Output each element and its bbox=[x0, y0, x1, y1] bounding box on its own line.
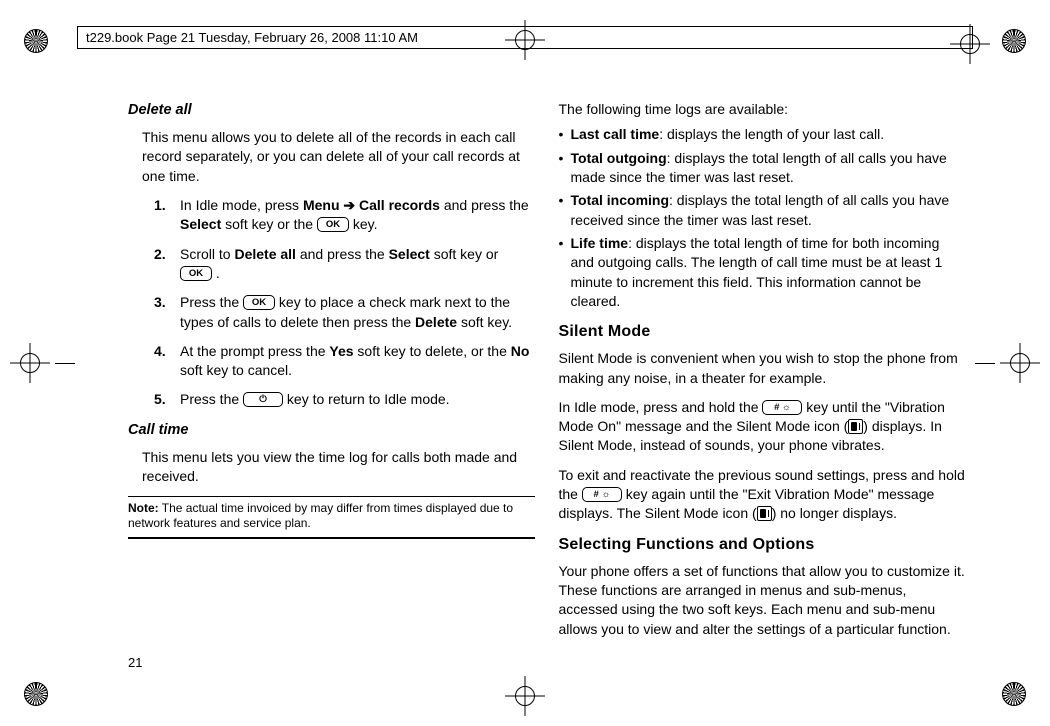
ok-key-icon: OK bbox=[243, 295, 275, 310]
step-item: 4. At the prompt press the Yes soft key … bbox=[154, 342, 535, 381]
bullet-icon: • bbox=[559, 191, 571, 230]
bullet-list: • Last call time: displays the length of… bbox=[559, 125, 966, 311]
step-number: 2. bbox=[154, 245, 180, 284]
end-key-icon: ⏻ bbox=[243, 392, 283, 407]
paragraph: Silent Mode is convenient when you wish … bbox=[559, 349, 966, 388]
step-text: Scroll to Delete all and press the Selec… bbox=[180, 245, 535, 284]
right-column: The following time logs are available: •… bbox=[559, 100, 966, 666]
note-text: The actual time invoiced by may differ f… bbox=[128, 501, 513, 530]
edge-guide bbox=[975, 363, 995, 364]
bullet-icon: • bbox=[559, 234, 571, 311]
edge-guide bbox=[55, 363, 75, 364]
left-column: Delete all This menu allows you to delet… bbox=[128, 100, 535, 666]
page-body: Delete all This menu allows you to delet… bbox=[128, 100, 965, 666]
silent-mode-icon bbox=[848, 419, 863, 434]
paragraph: To exit and reactivate the previous soun… bbox=[559, 466, 966, 524]
note-block: Note: The actual time invoiced by may di… bbox=[128, 496, 535, 539]
pound-key-icon: # ☼ bbox=[762, 400, 802, 415]
section-heading: Silent Mode bbox=[559, 321, 966, 343]
page-header-text: t229.book Page 21 Tuesday, February 26, … bbox=[86, 30, 418, 45]
step-item: 5. Press the ⏻ key to return to Idle mod… bbox=[154, 390, 535, 409]
pound-key-icon: # ☼ bbox=[582, 487, 622, 502]
ok-key-icon: OK bbox=[180, 266, 212, 281]
paragraph: In Idle mode, press and hold the # ☼ key… bbox=[559, 398, 966, 456]
list-item: • Total outgoing: displays the total len… bbox=[559, 149, 966, 188]
paragraph: This menu allows you to delete all of th… bbox=[142, 128, 535, 186]
crop-mark-icon bbox=[986, 666, 1026, 706]
paragraph: Your phone offers a set of functions tha… bbox=[559, 562, 966, 639]
section-heading: Selecting Functions and Options bbox=[559, 534, 966, 556]
step-item: 1. In Idle mode, press Menu ➔ Call recor… bbox=[154, 196, 535, 235]
paragraph: This menu lets you view the time log for… bbox=[142, 448, 535, 487]
bullet-icon: • bbox=[559, 149, 571, 188]
register-mark-icon bbox=[1000, 343, 1040, 383]
list-item: • Life time: displays the total length o… bbox=[559, 234, 966, 311]
step-text: At the prompt press the Yes soft key to … bbox=[180, 342, 535, 381]
page-number: 21 bbox=[128, 655, 142, 670]
crop-mark-icon bbox=[24, 666, 64, 706]
bullet-icon: • bbox=[559, 125, 571, 144]
step-number: 4. bbox=[154, 342, 180, 381]
register-mark-icon bbox=[10, 343, 50, 383]
silent-mode-icon bbox=[757, 506, 772, 521]
page-header: t229.book Page 21 Tuesday, February 26, … bbox=[77, 26, 973, 49]
subsection-heading: Call time bbox=[128, 420, 535, 440]
step-item: 3. Press the OK key to place a check mar… bbox=[154, 293, 535, 332]
crop-mark-icon bbox=[986, 20, 1026, 60]
note-label: Note: bbox=[128, 501, 159, 515]
ordered-steps: 1. In Idle mode, press Menu ➔ Call recor… bbox=[154, 196, 535, 410]
step-text: Press the OK key to place a check mark n… bbox=[180, 293, 535, 332]
step-number: 5. bbox=[154, 390, 180, 409]
list-item: • Total incoming: displays the total len… bbox=[559, 191, 966, 230]
step-item: 2. Scroll to Delete all and press the Se… bbox=[154, 245, 535, 284]
step-number: 3. bbox=[154, 293, 180, 332]
list-item: • Last call time: displays the length of… bbox=[559, 125, 966, 144]
subsection-heading: Delete all bbox=[128, 100, 535, 120]
paragraph: The following time logs are available: bbox=[559, 100, 966, 119]
step-text: Press the ⏻ key to return to Idle mode. bbox=[180, 390, 535, 409]
step-number: 1. bbox=[154, 196, 180, 235]
ok-key-icon: OK bbox=[317, 217, 349, 232]
step-text: In Idle mode, press Menu ➔ Call records … bbox=[180, 196, 535, 235]
crop-mark-icon bbox=[24, 20, 64, 60]
register-mark-icon bbox=[505, 676, 545, 716]
